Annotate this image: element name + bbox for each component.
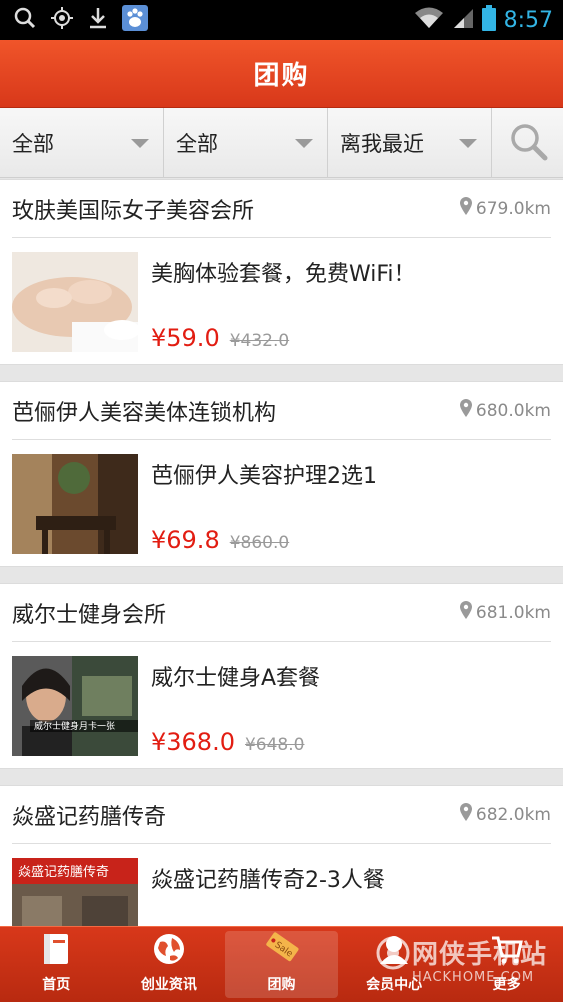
deal-image [12, 454, 138, 554]
sale-tag-icon: Sale [261, 928, 301, 970]
merchant-row: 威尔士健身会所 681.0km [12, 584, 551, 642]
location-pin-icon [459, 197, 472, 220]
nav-member-center[interactable]: 会员中心 [338, 927, 451, 1002]
gps-icon [50, 6, 74, 34]
search-icon [508, 121, 548, 165]
distance: 681.0km [459, 601, 551, 624]
category-filter[interactable]: 全部 [0, 108, 164, 178]
location-pin-icon [459, 399, 472, 422]
nav-more[interactable]: 更多 [450, 927, 563, 1002]
image-caption: 焱盛记药膳传奇 [18, 864, 109, 880]
merchant-row: 芭俪伊人美容美体连锁机构 680.0km [12, 382, 551, 440]
member-icon [377, 932, 411, 970]
filter-label: 全部 [12, 132, 54, 156]
nav-group-buy[interactable]: Sale 团购 [225, 931, 338, 998]
distance: 679.0km [459, 197, 551, 220]
area-filter[interactable]: 全部 [164, 108, 328, 178]
nav-label: 更多 [492, 977, 521, 993]
distance-text: 679.0km [475, 198, 551, 219]
page-title: 团购 [253, 61, 310, 91]
merchant-name: 威尔士健身会所 [12, 602, 167, 628]
location-pin-icon [459, 803, 472, 826]
nav-news[interactable]: 创业资讯 [113, 927, 226, 1002]
deal-price: ¥59.0 [151, 324, 220, 352]
merchant-name: 芭俪伊人美容美体连锁机构 [12, 400, 277, 426]
signal-icon [452, 7, 474, 33]
app-header: 团购 [0, 40, 563, 108]
deal-title: 芭俪伊人美容护理2选1 [151, 464, 377, 489]
distance-text: 682.0km [475, 804, 551, 825]
deal-title: 焱盛记药膳传奇2-3人餐 [151, 868, 385, 893]
nav-label: 创业资讯 [140, 977, 197, 993]
deal-price: ¥368.0 [151, 728, 235, 756]
baidu-icon [122, 5, 148, 35]
sort-filter[interactable]: 离我最近 [328, 108, 492, 178]
distance: 682.0km [459, 803, 551, 826]
nav-home[interactable]: 首页 [0, 927, 113, 1002]
filter-label: 全部 [176, 132, 218, 156]
distance-text: 680.0km [475, 400, 551, 421]
deal-price: ¥69.8 [151, 526, 220, 554]
deal-title: 威尔士健身A套餐 [151, 666, 321, 691]
filter-bar: 全部 全部 离我最近 [0, 108, 563, 178]
location-pin-icon [459, 601, 472, 624]
distance: 680.0km [459, 399, 551, 422]
merchant-row: 玫肤美国际女子美容会所 679.0km [12, 180, 551, 238]
bottom-nav: 首页 创业资讯 Sale 团购 会员中心 更多 [0, 926, 563, 1002]
merchant-name: 焱盛记药膳传奇 [12, 804, 167, 830]
globe-icon [152, 932, 186, 970]
clock: 8:57 [503, 7, 553, 33]
deal-list: 玫肤美国际女子美容会所 679.0km 美胸体验套餐，免费WiFi！ ¥59.0… [0, 179, 563, 987]
battery-icon [481, 5, 496, 35]
deal-card[interactable]: 芭俪伊人美容美体连锁机构 680.0km 芭俪伊人美容护理2选1 ¥69.8 ¥… [0, 381, 563, 567]
download-icon [88, 6, 108, 34]
search-icon [14, 7, 36, 33]
status-bar: 8:57 [0, 0, 563, 40]
merchant-name: 玫肤美国际女子美容会所 [12, 198, 255, 224]
cart-icon [490, 932, 524, 970]
original-price: ¥860.0 [229, 533, 290, 553]
dropdown-arrow-icon [459, 139, 477, 148]
original-price: ¥432.0 [229, 331, 290, 351]
merchant-row: 焱盛记药膳传奇 682.0km [12, 786, 551, 844]
deal-title: 美胸体验套餐，免费WiFi！ [151, 262, 416, 287]
original-price: ¥648.0 [244, 735, 305, 755]
nav-label: 会员中心 [366, 977, 423, 993]
dropdown-arrow-icon [295, 139, 313, 148]
deal-image: 威尔士健身月卡一张 [12, 656, 138, 756]
filter-label: 离我最近 [340, 132, 424, 156]
deal-card[interactable]: 玫肤美国际女子美容会所 679.0km 美胸体验套餐，免费WiFi！ ¥59.0… [0, 179, 563, 365]
image-caption: 威尔士健身月卡一张 [34, 720, 115, 732]
search-button[interactable] [492, 108, 563, 177]
deal-image [12, 252, 138, 352]
deal-card[interactable]: 威尔士健身会所 681.0km 威尔士健身月卡一张 威尔士健身A套餐 ¥368.… [0, 583, 563, 769]
wifi-icon [414, 7, 444, 33]
dropdown-arrow-icon [131, 139, 149, 148]
nav-label: 团购 [267, 977, 296, 993]
distance-text: 681.0km [475, 602, 551, 623]
nav-label: 首页 [42, 977, 71, 993]
book-icon [41, 932, 71, 970]
